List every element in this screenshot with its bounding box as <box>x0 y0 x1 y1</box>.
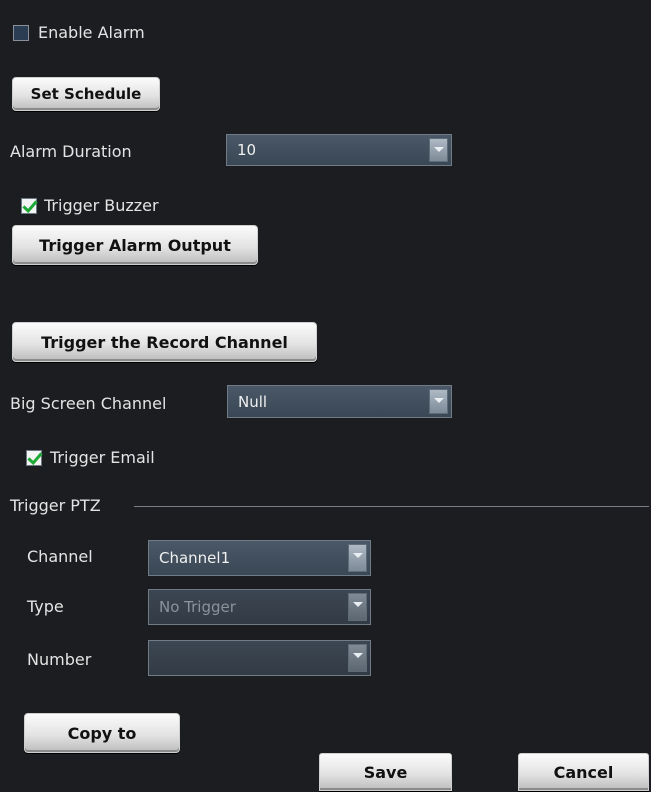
set-schedule-button[interactable]: Set Schedule <box>12 77 160 111</box>
trigger-buzzer-label: Trigger Buzzer <box>44 196 159 215</box>
chevron-down-icon[interactable] <box>348 544 367 572</box>
ptz-channel-label: Channel <box>27 547 93 566</box>
trigger-alarm-output-button[interactable]: Trigger Alarm Output <box>12 225 258 265</box>
ptz-type-value: No Trigger <box>159 598 236 616</box>
chevron-down-icon[interactable] <box>348 644 367 672</box>
ptz-channel-value: Channel1 <box>159 549 231 567</box>
big-screen-channel-label: Big Screen Channel <box>10 394 167 413</box>
trigger-email-label: Trigger Email <box>50 448 155 467</box>
checkmark-icon <box>22 200 38 214</box>
enable-alarm-label: Enable Alarm <box>38 23 145 42</box>
big-screen-channel-select[interactable]: Null <box>227 385 452 418</box>
alarm-duration-value: 10 <box>237 141 257 159</box>
alarm-duration-label: Alarm Duration <box>10 142 132 161</box>
ptz-number-select[interactable] <box>148 640 371 676</box>
ptz-channel-select[interactable]: Channel1 <box>148 540 371 576</box>
chevron-down-icon[interactable] <box>429 389 448 414</box>
checkmark-icon <box>27 452 43 466</box>
trigger-record-channel-button[interactable]: Trigger the Record Channel <box>12 322 317 362</box>
group-divider <box>134 506 649 507</box>
ptz-type-select[interactable]: No Trigger <box>148 589 371 625</box>
trigger-email-checkbox[interactable] <box>26 450 43 466</box>
cancel-button[interactable]: Cancel <box>518 753 649 791</box>
big-screen-channel-value: Null <box>238 392 268 411</box>
chevron-down-icon[interactable] <box>348 593 367 621</box>
ptz-type-label: Type <box>27 597 64 616</box>
alarm-duration-select[interactable]: 10 <box>226 134 452 166</box>
save-button[interactable]: Save <box>319 753 452 791</box>
chevron-down-icon[interactable] <box>429 138 448 162</box>
copy-to-button[interactable]: Copy to <box>24 713 180 753</box>
trigger-buzzer-checkbox[interactable] <box>21 198 38 214</box>
trigger-ptz-title: Trigger PTZ <box>10 496 101 515</box>
enable-alarm-checkbox[interactable] <box>13 25 29 41</box>
ptz-number-label: Number <box>27 650 92 669</box>
